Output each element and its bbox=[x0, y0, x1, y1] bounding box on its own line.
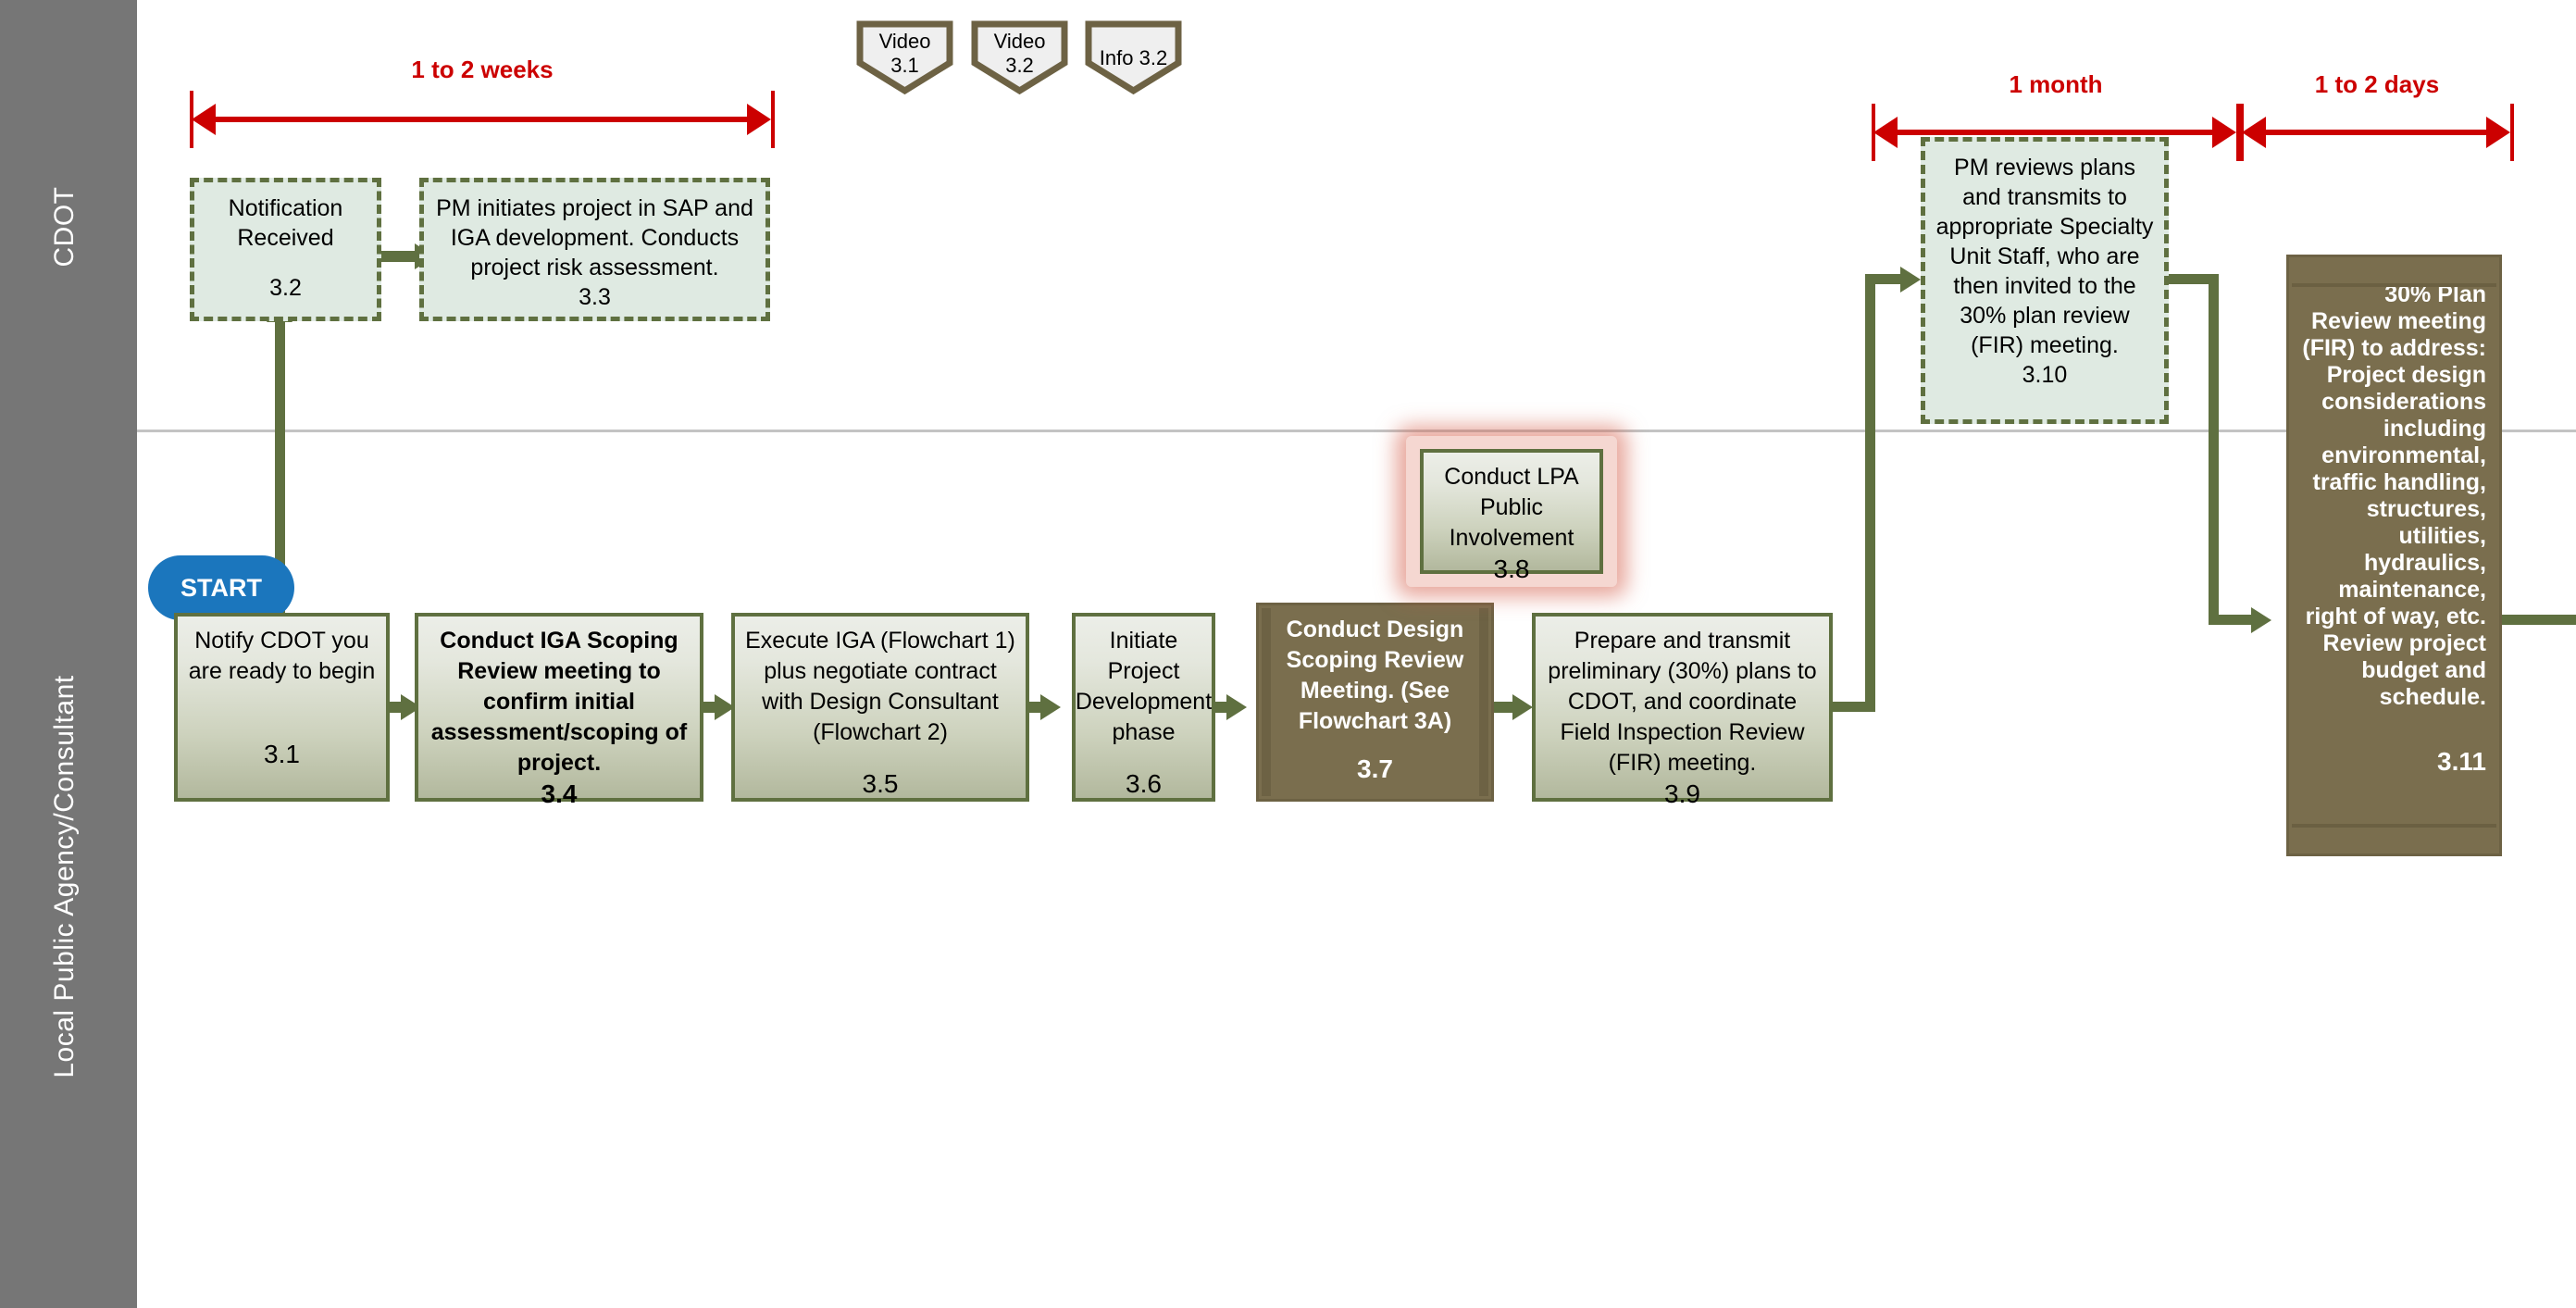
node-text: Notification Received bbox=[228, 195, 343, 251]
timeline-label: 1 to 2 weeks bbox=[411, 56, 554, 83]
node-number: 3.8 bbox=[1493, 554, 1530, 583]
node-band-top bbox=[2292, 283, 2496, 287]
pennant-label: Info 3.2 bbox=[1099, 46, 1168, 69]
process-node-3-8[interactable]: Conduct LPA Public Involvement 3.8 bbox=[1420, 449, 1603, 583]
connector-arrowhead-right bbox=[1040, 694, 1061, 720]
connector-3-9-to-3-10-seg-h1 bbox=[1833, 702, 1868, 712]
process-node-3-1[interactable]: Notify CDOT you are ready to begin 3.1 bbox=[174, 613, 390, 802]
bracket-cap-right bbox=[2510, 104, 2514, 161]
start-terminator[interactable]: START bbox=[148, 555, 294, 620]
process-node-3-7[interactable]: Conduct Design Scoping Review Meeting. (… bbox=[1256, 603, 1494, 802]
node-text: Conduct IGA Scoping Review meeting to co… bbox=[430, 628, 688, 776]
process-node-3-11[interactable]: 30% Plan Review meeting (FIR) to address… bbox=[2286, 255, 2502, 856]
node-band-left bbox=[1262, 608, 1271, 796]
connector-3-2-to-3-3 bbox=[381, 251, 417, 262]
node-number: 3.3 bbox=[579, 284, 611, 310]
connector-3-10-to-3-11-seg-v bbox=[2209, 274, 2219, 615]
node-text: Execute IGA (Flowchart 1) plus negotiate… bbox=[745, 628, 1015, 745]
node-number: 3.2 bbox=[269, 275, 302, 301]
node-text: Prepare and transmit preliminary (30%) p… bbox=[1548, 628, 1817, 776]
node-band-right bbox=[1479, 608, 1488, 796]
process-node-3-4[interactable]: Conduct IGA Scoping Review meeting to co… bbox=[415, 613, 703, 808]
connector-arrowhead-right bbox=[1512, 694, 1533, 720]
bracket-shaft bbox=[2262, 130, 2492, 135]
bracket-shaft bbox=[1894, 130, 2218, 135]
media-pennant-info-3-2[interactable]: Info 3.2 bbox=[1085, 20, 1182, 94]
node-text: Initiate Project Development phase bbox=[1075, 628, 1213, 745]
node-number: 3.4 bbox=[541, 779, 578, 808]
process-node-3-6[interactable]: Initiate Project Development phase 3.6 bbox=[1072, 613, 1215, 802]
connector-arrowhead-right bbox=[2251, 607, 2271, 633]
node-text: Conduct Design Scoping Review Meeting. (… bbox=[1286, 617, 1464, 734]
bracket-arrow-left bbox=[2242, 117, 2266, 148]
bracket-arrow-right bbox=[747, 104, 771, 135]
timeline-label: 1 to 2 days bbox=[2314, 70, 2440, 98]
connector-3-11-to-offpage bbox=[2502, 615, 2576, 625]
swimlane-label-local-public-agency: Local Public Agency/Consultant bbox=[49, 675, 80, 1078]
node-number: 3.10 bbox=[2022, 362, 2068, 388]
swimlane-label-cdot: CDOT bbox=[49, 186, 80, 268]
node-text: PM reviews plans and transmits to approp… bbox=[1935, 155, 2154, 358]
pennant-label: Video 3.1 bbox=[878, 30, 931, 77]
bracket-arrow-right bbox=[2212, 117, 2236, 148]
media-pennant-video-3-2[interactable]: Video 3.2 bbox=[971, 20, 1068, 94]
bracket-arrow-left bbox=[192, 104, 216, 135]
bracket-arrow-right bbox=[2486, 117, 2510, 148]
media-pennant-video-3-1[interactable]: Video 3.1 bbox=[856, 20, 953, 94]
process-node-3-5[interactable]: Execute IGA (Flowchart 1) plus negotiate… bbox=[731, 613, 1029, 802]
node-number: 3.9 bbox=[1664, 779, 1700, 808]
node-number: 3.7 bbox=[1357, 754, 1393, 783]
timeline-bracket-1-to-2-days: 1 to 2 days bbox=[2240, 70, 2514, 161]
timeline-bracket-1-month: 1 month bbox=[1872, 70, 2240, 161]
connector-3-9-to-3-10-seg-v bbox=[1865, 274, 1875, 712]
node-text: 30% Plan Review meeting (FIR) to address… bbox=[2302, 281, 2486, 710]
timeline-label: 1 month bbox=[2009, 70, 2103, 98]
bracket-arrow-left bbox=[1873, 117, 1898, 148]
timeline-bracket-1-to-2-weeks: 1 to 2 weeks bbox=[190, 56, 775, 148]
flowchart-canvas: CDOT Local Public Agency/Consultant 1 to… bbox=[0, 0, 2576, 1308]
process-node-3-3[interactable]: PM initiates project in SAP and IGA deve… bbox=[419, 178, 770, 321]
node-text: PM initiates project in SAP and IGA deve… bbox=[436, 195, 753, 280]
connector-arrowhead-right bbox=[1900, 267, 1921, 293]
node-number: 3.6 bbox=[1126, 769, 1162, 798]
node-number: 3.5 bbox=[862, 769, 899, 798]
node-number: 3.11 bbox=[2437, 747, 2486, 776]
node-number: 3.1 bbox=[264, 740, 300, 768]
node-band-bottom bbox=[2292, 824, 2496, 828]
process-node-3-9[interactable]: Prepare and transmit preliminary (30%) p… bbox=[1532, 613, 1833, 808]
pennant-label: Video 3.2 bbox=[993, 30, 1046, 77]
bracket-cap-right bbox=[771, 91, 775, 148]
start-label: START bbox=[180, 573, 262, 602]
node-text: Conduct LPA Public Involvement bbox=[1444, 464, 1579, 551]
connector-3-10-to-3-11-seg-h2 bbox=[2209, 615, 2257, 625]
node-text: Notify CDOT you are ready to begin bbox=[188, 628, 376, 684]
process-node-3-2[interactable]: Notification Received 3.2 bbox=[190, 178, 381, 321]
bracket-shaft bbox=[212, 117, 753, 122]
process-node-3-10[interactable]: PM reviews plans and transmits to approp… bbox=[1921, 137, 2169, 424]
connector-arrowhead-right bbox=[1226, 694, 1247, 720]
